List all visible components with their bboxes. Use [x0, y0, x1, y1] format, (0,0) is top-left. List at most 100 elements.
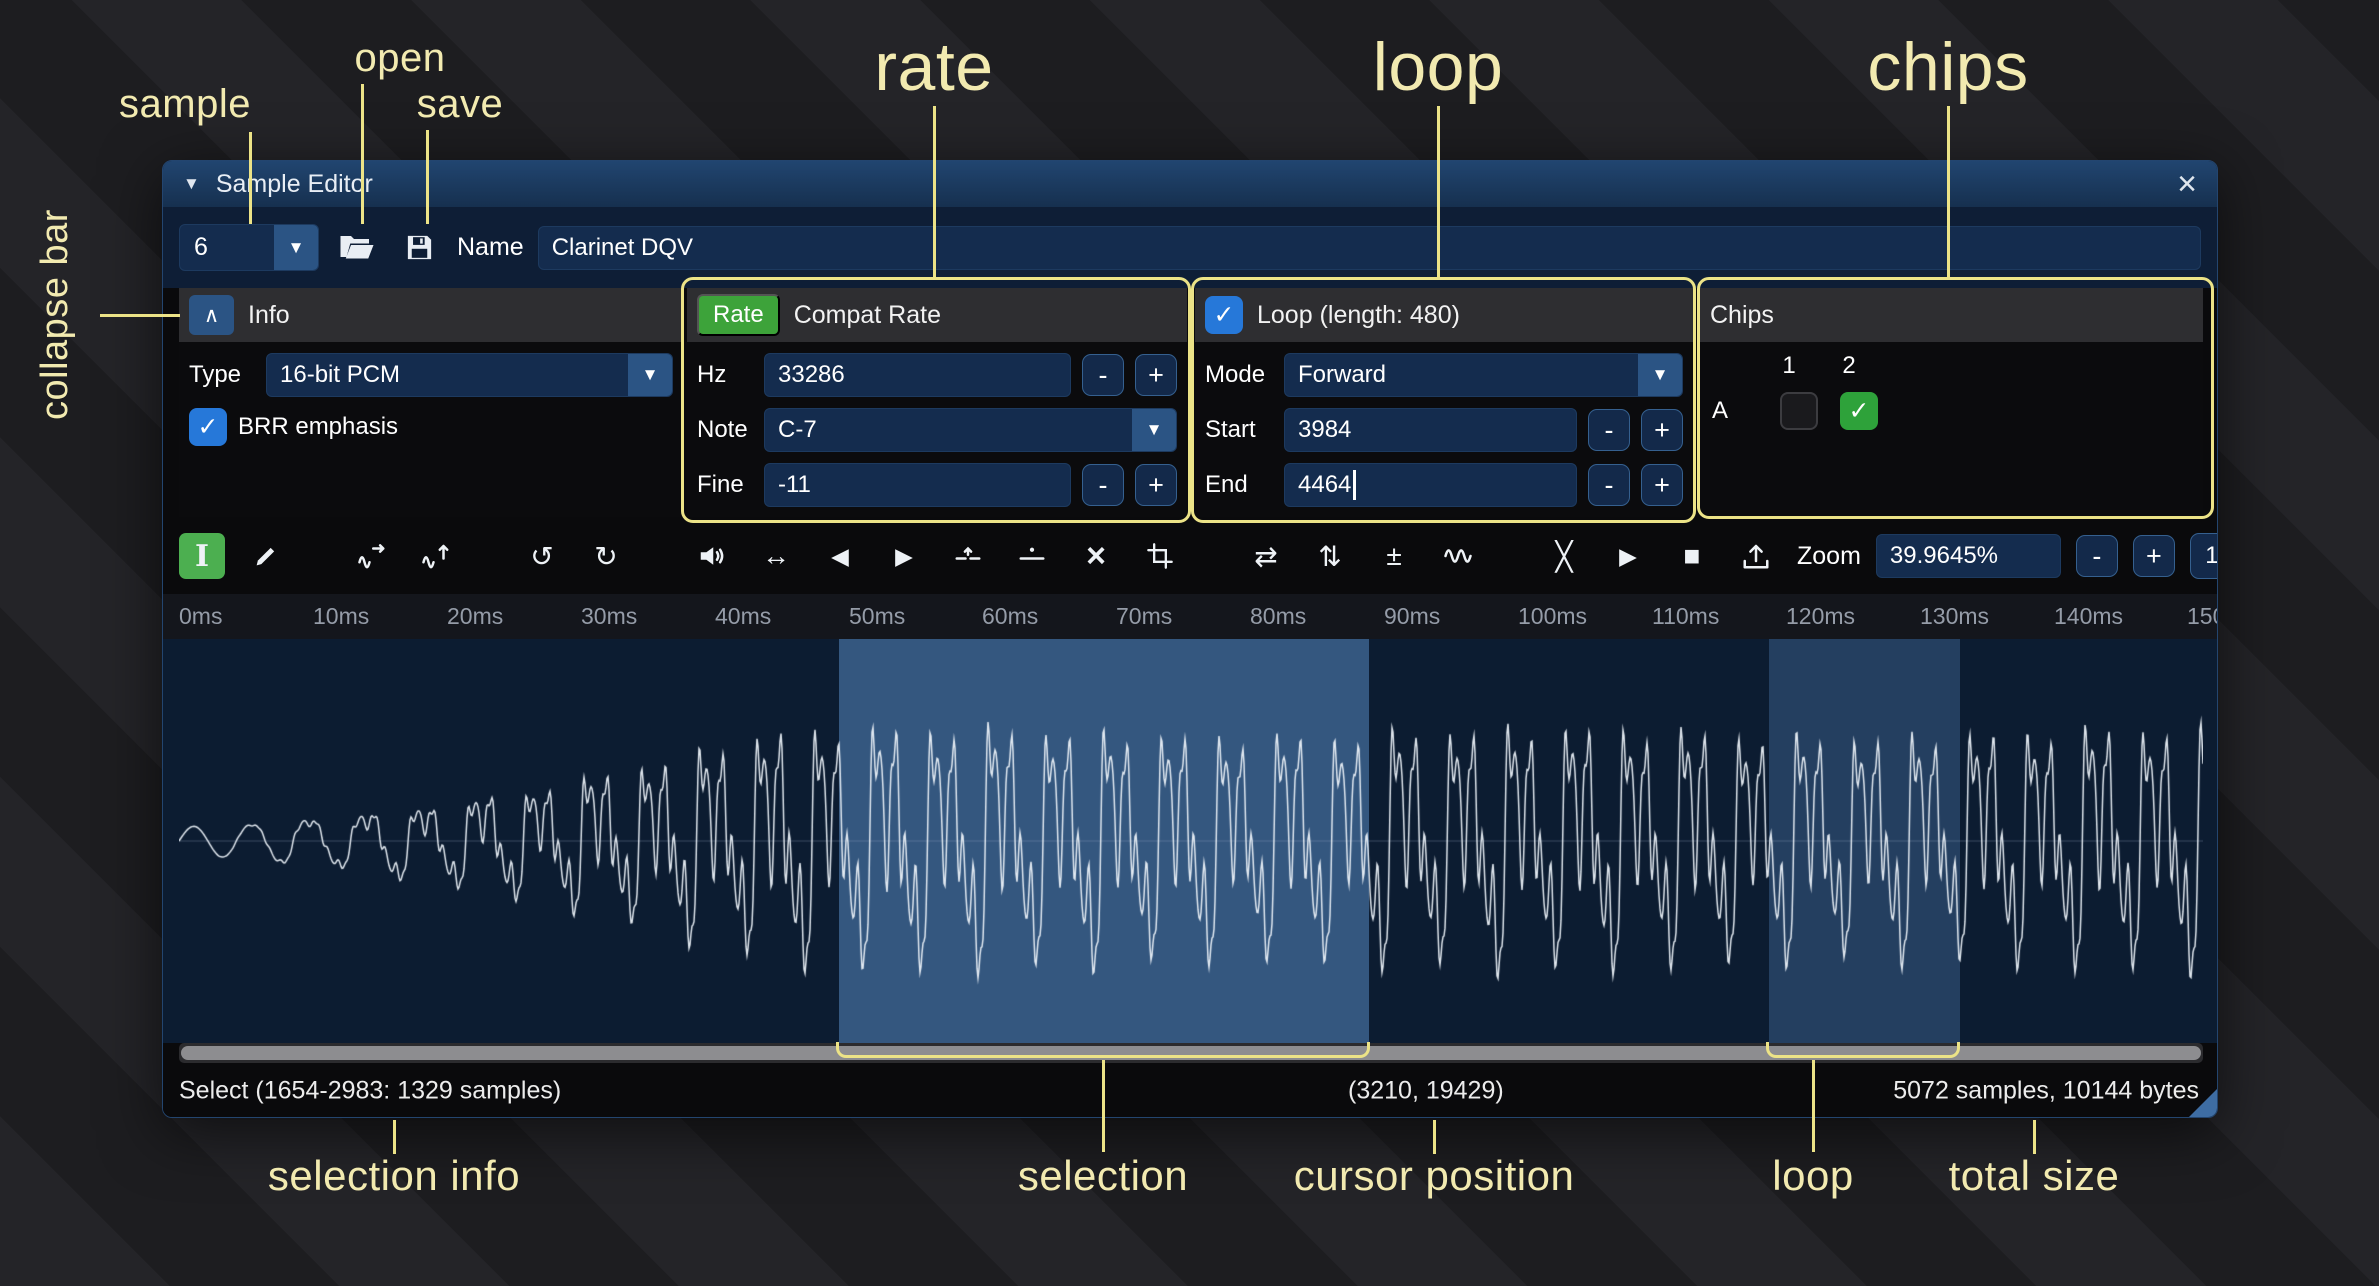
ruler-label: 90ms: [1384, 603, 1440, 630]
resize-button[interactable]: [349, 533, 395, 579]
annotation-collapse-bar-label: collapse bar: [34, 170, 77, 460]
ibeam-cursor-icon: I: [195, 539, 209, 574]
apply-silence-icon: [1017, 541, 1047, 571]
ruler-label: 70ms: [1116, 603, 1172, 630]
zoom-label: Zoom: [1797, 542, 1861, 571]
delete-button[interactable]: ×: [1073, 533, 1119, 579]
plus-minus-icon: ±: [1386, 540, 1401, 572]
preview-button[interactable]: ▶: [1605, 533, 1651, 579]
annotation-line: [361, 84, 364, 224]
ruler-label: 0ms: [179, 603, 222, 630]
trim-button[interactable]: [1137, 533, 1183, 579]
collapse-info-button[interactable]: ∧: [189, 295, 234, 335]
arrows-vertical-icon: ⇅: [1318, 540, 1341, 573]
brr-emphasis-label: BRR emphasis: [238, 413, 398, 441]
stop-preview-button[interactable]: ■: [1669, 533, 1715, 579]
annotation-selection-bracket: [836, 1042, 1370, 1058]
upload-icon: [1741, 541, 1771, 571]
fade-in-button[interactable]: ◀: [817, 533, 863, 579]
name-input[interactable]: [538, 226, 2201, 270]
ruler-label: 110ms: [1652, 603, 1719, 630]
ruler-label: 140ms: [2054, 603, 2123, 630]
window-title: Sample Editor: [216, 170, 373, 199]
info-panel-header: ∧ Info: [179, 288, 683, 342]
insert-silence-icon: [953, 541, 983, 571]
resize-wave-icon: [357, 541, 387, 571]
triangle-left-icon: ◀: [831, 543, 849, 570]
brr-emphasis-checkbox[interactable]: ✓: [189, 408, 227, 446]
annotation-loop-box: [1191, 277, 1696, 523]
selection-info-text: Select (1654-2983: 1329 samples): [179, 1077, 561, 1106]
info-panel-title: Info: [248, 301, 290, 330]
annotation-total-size-label: total size: [1949, 1152, 2120, 1200]
ruler-label: 120ms: [1786, 603, 1855, 630]
annotation-selection-label: selection: [1018, 1152, 1188, 1200]
cursor-position-text: (3210, 19429): [1348, 1077, 1504, 1106]
annotation-loop-bracket: [1766, 1042, 1960, 1058]
ruler-label: 150: [2187, 603, 2217, 630]
ruler-label: 40ms: [715, 603, 771, 630]
resample-button[interactable]: [413, 533, 459, 579]
pencil-icon: [252, 542, 280, 570]
sign-button[interactable]: ±: [1371, 533, 1417, 579]
name-label: Name: [457, 233, 524, 262]
annotation-sample-label: sample: [119, 82, 251, 127]
crossfade-loop-button[interactable]: ╳: [1541, 533, 1587, 579]
apply-silence-button[interactable]: [1009, 533, 1055, 579]
annotation-line: [1947, 106, 1950, 278]
annotation-chips-box: [1697, 277, 2214, 519]
zoom-reset-button[interactable]: 100%: [2190, 533, 2218, 579]
toolbar: I ↺ ↻ ↔ ◀ ▶: [163, 518, 2217, 594]
insert-silence-button[interactable]: [945, 533, 991, 579]
ruler-label: 130ms: [1920, 603, 1989, 630]
draw-tool-button[interactable]: [243, 533, 289, 579]
chevron-up-icon: ∧: [204, 303, 219, 328]
fade-out-button[interactable]: ▶: [881, 533, 927, 579]
filter-button[interactable]: [1435, 533, 1481, 579]
ruler-label: 30ms: [581, 603, 637, 630]
amplify-button[interactable]: [689, 533, 735, 579]
invert-button[interactable]: ⇅: [1307, 533, 1353, 579]
normalize-button[interactable]: ↔: [753, 533, 799, 579]
window-resize-grip[interactable]: [2189, 1089, 2217, 1117]
undo-button[interactable]: ↺: [519, 533, 565, 579]
annotation-line: [1433, 1120, 1436, 1154]
annotation-open-label: open: [355, 36, 446, 81]
floppy-save-icon: [404, 232, 435, 263]
chevron-down-icon[interactable]: ▼: [628, 354, 672, 396]
waveform-canvas[interactable]: [179, 639, 2203, 1043]
annotation-line: [249, 132, 252, 224]
reverse-button[interactable]: ⇄: [1243, 533, 1289, 579]
zoom-controls: Zoom - + 100%: [1797, 533, 2218, 579]
window-collapse-icon[interactable]: ▼: [183, 174, 200, 194]
waveform-area: [163, 639, 2217, 1043]
triangle-right-icon: ▶: [895, 543, 913, 570]
zoom-input[interactable]: [1876, 534, 2061, 578]
redo-button[interactable]: ↻: [583, 533, 629, 579]
undo-icon: ↺: [530, 540, 553, 573]
stop-icon: ■: [1684, 540, 1701, 572]
annotation-line: [426, 130, 429, 224]
annotation-rate-box: [681, 277, 1191, 523]
ruler-label: 10ms: [313, 603, 369, 630]
titlebar[interactable]: ▼ Sample Editor ×: [163, 161, 2217, 207]
annotation-rate-label: rate: [874, 28, 993, 106]
desktop-background: sample open save collapse bar rate loop …: [0, 0, 2379, 1286]
total-size-text: 5072 samples, 10144 bytes: [1893, 1077, 2199, 1106]
zoom-in-button[interactable]: +: [2133, 535, 2175, 577]
speaker-icon: [697, 541, 727, 571]
open-button[interactable]: [333, 224, 381, 272]
annotation-selection-info-label: selection info: [268, 1152, 520, 1200]
zoom-out-button[interactable]: -: [2076, 535, 2118, 577]
annotation-line: [933, 106, 936, 278]
delete-x-icon: ×: [1086, 537, 1106, 576]
create-instrument-button[interactable]: [1733, 533, 1779, 579]
arrows-horizontal-icon: ↔: [762, 540, 790, 572]
sample-number-dropdown[interactable]: 6 ▼: [179, 224, 319, 271]
save-button[interactable]: [395, 224, 443, 272]
resample-wave-icon: [421, 541, 451, 571]
sample-type-dropdown[interactable]: 16-bit PCM ▼: [266, 353, 673, 397]
close-icon[interactable]: ×: [2177, 167, 2197, 201]
chevron-down-icon[interactable]: ▼: [274, 225, 318, 270]
select-tool-button[interactable]: I: [179, 533, 225, 579]
